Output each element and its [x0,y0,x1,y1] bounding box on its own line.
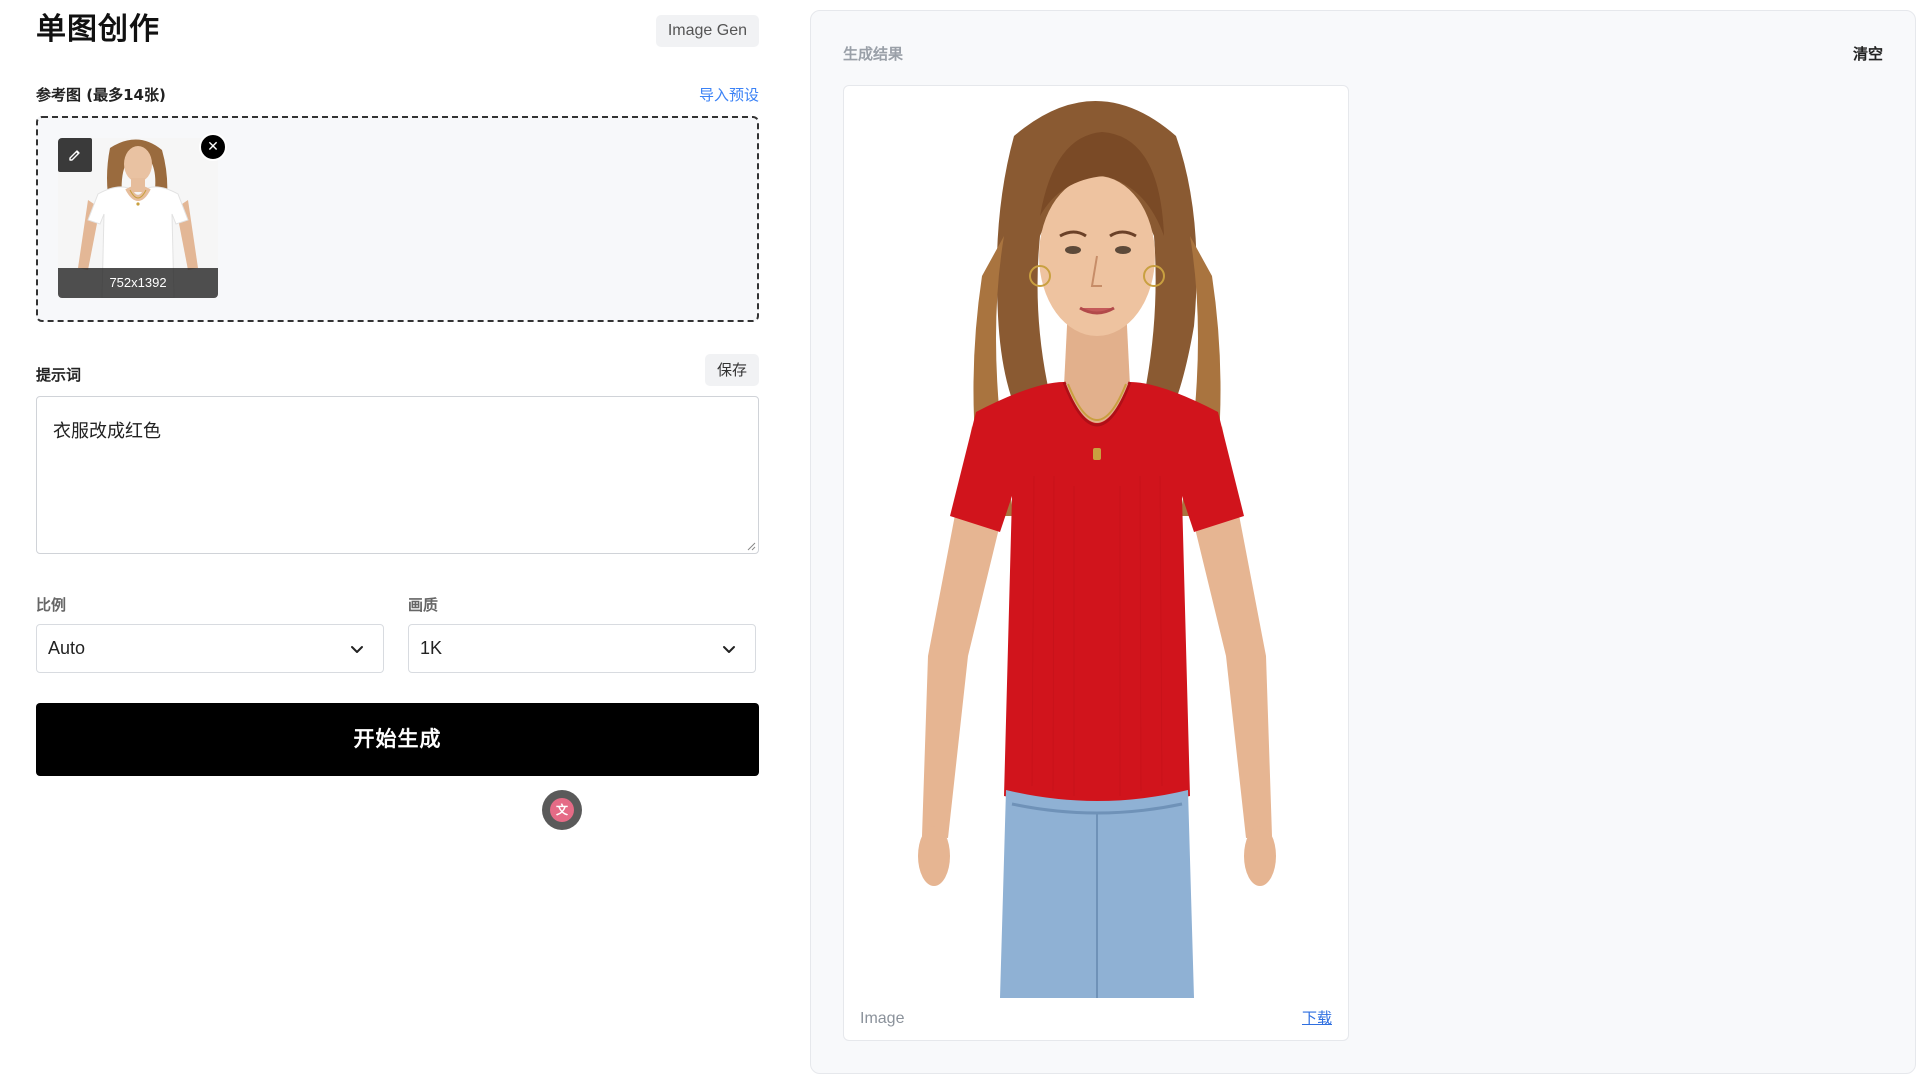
prompt-textarea[interactable]: 衣服改成红色 [36,396,759,554]
prompt-label: 提示词 [36,366,82,384]
ratio-value: Auto [48,638,86,658]
chevron-down-icon [351,646,363,653]
import-preset-link[interactable]: 导入预设 [699,84,759,105]
prompt-label-row: 提示词 保存 [36,354,759,386]
mode-badge: Image Gen [655,15,759,47]
quality-value: 1K [420,638,443,658]
resize-grip-icon[interactable] [746,541,756,551]
clear-results-button[interactable]: 清空 [1853,43,1883,64]
title-row: 单图创作 Image Gen [36,10,759,50]
ratio-group: 比例 Auto [36,594,384,673]
ratio-label: 比例 [36,596,67,614]
translate-icon: 文 [550,798,574,822]
result-image[interactable] [864,96,1330,998]
chevron-down-icon [723,646,735,653]
generated-photo [864,96,1330,998]
reference-label: 参考图 (最多14张) [36,86,166,104]
result-title: 生成结果 [843,45,904,63]
edit-thumbnail-button[interactable] [58,138,92,172]
save-prompt-button[interactable]: 保存 [704,354,759,386]
thumbnail-dimensions: 752x1392 [58,268,218,298]
result-panel: 生成结果 清空 Image 下载 [810,10,1916,1074]
reference-label-row: 参考图 (最多14张) 导入预设 [36,84,759,106]
creation-panel: 单图创作 Image Gen 参考图 (最多14张) 导入预设 752x1392… [36,0,759,1080]
download-link[interactable]: 下载 [1302,1007,1332,1028]
quality-select[interactable]: 1K [408,624,756,673]
quality-label: 画质 [408,596,439,614]
page-title: 单图创作 [36,12,160,47]
close-icon: ✕ [207,139,219,155]
result-card: Image 下载 [843,85,1349,1041]
translate-button[interactable]: 文 [542,790,582,830]
remove-thumbnail-button[interactable]: ✕ [199,133,227,161]
generate-button[interactable]: 开始生成 [36,703,759,776]
result-caption: Image [860,1010,905,1027]
pencil-icon [69,150,80,161]
prompt-text: 衣服改成红色 [53,421,161,442]
reference-upload-zone[interactable]: 752x1392 ✕ [36,116,759,322]
ratio-select[interactable]: Auto [36,624,384,673]
quality-group: 画质 1K [408,594,756,673]
reference-thumbnail[interactable]: 752x1392 [58,138,218,298]
